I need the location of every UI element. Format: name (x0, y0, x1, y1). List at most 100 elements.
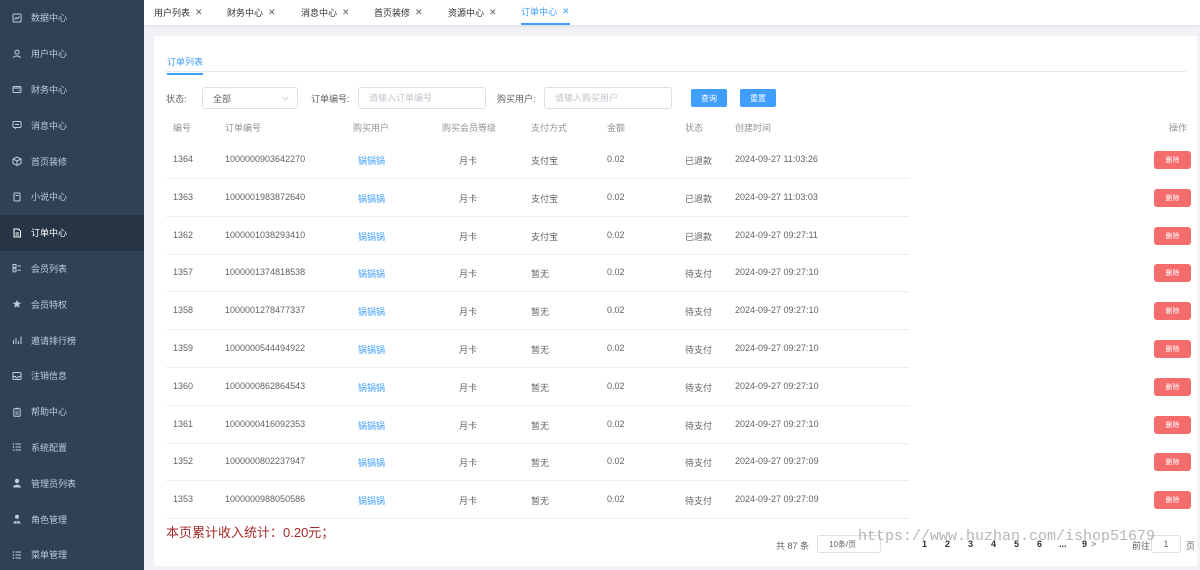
list-icon (12, 263, 22, 273)
delete-button[interactable]: 删除 (1154, 453, 1191, 472)
tabs-bar: 用户列表 ✕ 财务中心 ✕ 消息中心 ✕ 首页装修 ✕ 资源中心 ✕ 订单中心 ✕ (144, 0, 1200, 26)
sidebar-item[interactable]: 消息中心 (0, 107, 144, 143)
cell-id: 1363 (173, 191, 194, 202)
cell-pay: 支付宝 (531, 193, 559, 204)
cell-user[interactable]: 锅锅锅 (358, 343, 385, 356)
cell-time: 2024-09-27 09:27:10 (735, 418, 819, 429)
sidebar-item[interactable]: 首页装修 (0, 143, 144, 179)
tab[interactable]: 消息中心 ✕ (301, 0, 350, 25)
subtab-order-list[interactable]: 订单列表 (167, 55, 204, 75)
cell-status: 已退款 (685, 156, 713, 166)
tab-label: 首页装修 (374, 8, 411, 18)
column-header: 操作 (1169, 123, 1188, 133)
sidebar-item[interactable]: 会员列表 (0, 251, 144, 287)
cell-user[interactable]: 锅锅锅 (358, 381, 385, 394)
sidebar: 数据中心用户中心财务中心 消息中心 首页装修 小说中心 订单中心会员列表会员特权 邀请排行… (0, 0, 144, 570)
sidebar-item[interactable]: 小说中心 (0, 179, 144, 215)
delete-button[interactable]: 删除 (1154, 264, 1191, 283)
watermark: https://www.huzhan.com/ishop51679 (858, 528, 1156, 545)
sidebar-item[interactable]: 角色管理 (0, 501, 144, 537)
cell-pay: 暂无 (531, 420, 550, 431)
close-icon[interactable]: ✕ (489, 7, 497, 18)
menu-icon (12, 442, 22, 452)
close-icon[interactable]: ✕ (415, 7, 423, 18)
table-row: 1362 1000001038293410 锅锅锅 月卡 支付宝 0.02 已退款 2024-… (166, 217, 909, 255)
query-button[interactable]: 查询 (691, 89, 727, 107)
cell-user[interactable]: 锅锅锅 (358, 230, 385, 243)
tab[interactable]: 资源中心 ✕ (448, 0, 497, 25)
column-header: 支付方式 (531, 123, 568, 133)
sidebar-item[interactable]: 数据中心 (0, 0, 144, 36)
reset-button[interactable]: 重置 (740, 89, 776, 107)
cell-order-no: 1000001038293410 (225, 229, 306, 240)
cell-order-no: 1000001278477337 (225, 305, 306, 316)
cell-status: 待支付 (685, 382, 713, 393)
tab[interactable]: 订单中心 ✕ (521, 0, 570, 25)
page-size-value: 10条/页 (829, 539, 857, 549)
cell-user[interactable]: 锅锅锅 (358, 267, 385, 280)
sidebar-item[interactable]: 用户中心 (0, 36, 144, 72)
sidebar-item[interactable]: 财务中心 (0, 72, 144, 108)
cell-time: 2024-09-27 11:03:26 (735, 154, 818, 164)
cell-level: 月卡 (459, 496, 478, 507)
chart-icon (12, 13, 22, 23)
sidebar-item[interactable]: 注销信息 (0, 358, 144, 394)
tab[interactable]: 首页装修 ✕ (374, 0, 423, 25)
cell-level: 月卡 (459, 231, 478, 242)
sidebar-item-label: 管理员列表 (31, 478, 77, 489)
role-icon (12, 514, 22, 524)
book-icon (12, 192, 22, 202)
tab[interactable]: 用户列表 ✕ (154, 0, 203, 25)
cell-id: 1361 (173, 418, 194, 429)
delete-button[interactable]: 删除 (1154, 151, 1191, 169)
delete-button[interactable]: 删除 (1154, 491, 1191, 510)
cell-amount: 0.02 (607, 267, 625, 278)
wallet-icon (12, 84, 22, 94)
goto-page-input[interactable]: 1 (1151, 535, 1181, 553)
delete-button[interactable]: 删除 (1154, 188, 1191, 207)
delete-button[interactable]: 删除 (1154, 415, 1191, 434)
sidebar-item[interactable]: 帮助中心 (0, 394, 144, 430)
cell-amount: 0.02 (607, 456, 625, 467)
table-row: 1357 1000001374818538 锅锅锅 月卡 暂无 0.02 待支付 2024-0… (166, 254, 909, 293)
cell-level: 月卡 (459, 307, 478, 318)
sidebar-item[interactable]: 订单中心 (0, 214, 144, 251)
sidebar-item[interactable]: 菜单管理 (0, 537, 144, 570)
status-select[interactable]: 全部 (202, 87, 298, 109)
sidebar-item[interactable]: 系统配置 (0, 430, 144, 466)
close-icon[interactable]: ✕ (195, 7, 203, 18)
close-icon[interactable]: ✕ (268, 7, 276, 18)
cell-user[interactable]: 锅锅锅 (358, 192, 385, 205)
buyer-input[interactable] (544, 87, 672, 109)
cell-user[interactable]: 锅锅锅 (358, 456, 385, 469)
sidebar-item-label: 会员列表 (31, 263, 68, 274)
cell-pay: 暂无 (531, 345, 550, 355)
cell-id: 1359 (173, 343, 194, 353)
delete-button[interactable]: 删除 (1154, 340, 1191, 358)
cell-status: 待支付 (685, 420, 713, 431)
delete-button[interactable]: 删除 (1154, 226, 1191, 245)
table-row: 1358 1000001278477337 锅锅锅 月卡 暂无 0.02 待支付 2024-0… (166, 292, 909, 331)
tab[interactable]: 财务中心 ✕ (227, 0, 276, 25)
cell-status: 待支付 (685, 496, 713, 507)
sidebar-item[interactable]: 邀请排行榜 (0, 322, 144, 358)
order-no-input[interactable] (358, 87, 486, 109)
cell-user[interactable]: 锅锅锅 (358, 494, 385, 507)
cell-user[interactable]: 锅锅锅 (358, 154, 385, 167)
sidebar-item-label: 用户中心 (31, 49, 68, 60)
cell-time: 2024-09-27 09:27:10 (735, 343, 819, 353)
cell-time: 2024-09-27 09:27:09 (735, 494, 819, 505)
cell-user[interactable]: 锅锅锅 (358, 305, 385, 318)
close-icon[interactable]: ✕ (562, 6, 570, 17)
sidebar-item[interactable]: 管理员列表 (0, 465, 144, 501)
table-row: 1360 1000000862864543 锅锅锅 月卡 暂无 0.02 待支付 2024-0… (166, 368, 909, 406)
delete-button[interactable]: 删除 (1154, 377, 1191, 396)
table-row: 1361 1000000416092353 锅锅锅 月卡 暂无 0.02 待支付 2024-0… (166, 406, 909, 444)
delete-button[interactable]: 删除 (1154, 302, 1191, 321)
cell-amount: 0.02 (607, 305, 625, 316)
sidebar-item[interactable]: 会员特权 (0, 286, 144, 322)
pagination-total: 共 87 条 (776, 541, 810, 551)
cell-user[interactable]: 锅锅锅 (358, 419, 385, 432)
tab-label: 财务中心 (227, 8, 264, 18)
close-icon[interactable]: ✕ (342, 7, 350, 18)
